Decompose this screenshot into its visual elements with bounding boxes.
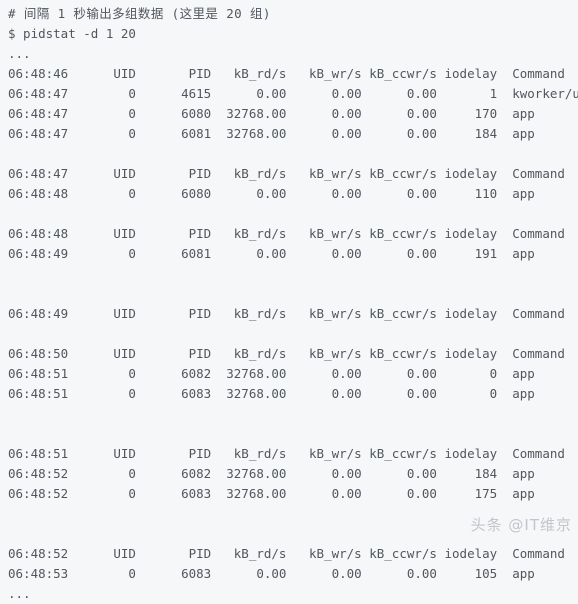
terminal-line: ... [8, 46, 31, 61]
terminal-output-block: # 间隔 1 秒输出多组数据 (这里是 20 组) $ pidstat -d 1 … [0, 0, 578, 601]
terminal-line: 06:48:47 0 6080 32768.00 0.00 0.00 170 a… [8, 106, 535, 121]
terminal-line: 06:48:52 0 6083 32768.00 0.00 0.00 175 a… [8, 486, 535, 501]
terminal-line: ... [8, 586, 31, 601]
terminal-line: 06:48:52 0 6082 32768.00 0.00 0.00 184 a… [8, 466, 535, 481]
terminal-line: 06:48:51 0 6082 32768.00 0.00 0.00 0 app [8, 366, 535, 381]
terminal-line: 06:48:51 0 6083 32768.00 0.00 0.00 0 app [8, 386, 535, 401]
terminal-line: 06:48:48 UID PID kB_rd/s kB_wr/s kB_ccwr… [8, 226, 565, 241]
terminal-line: 06:48:48 0 6080 0.00 0.00 0.00 110 app [8, 186, 535, 201]
terminal-line: 06:48:47 UID PID kB_rd/s kB_wr/s kB_ccwr… [8, 166, 565, 181]
terminal-line: 06:48:51 UID PID kB_rd/s kB_wr/s kB_ccwr… [8, 446, 565, 461]
terminal-line: 06:48:47 0 4615 0.00 0.00 0.00 1 kworker… [8, 86, 578, 101]
terminal-line: 06:48:53 0 6083 0.00 0.00 0.00 105 app [8, 566, 535, 581]
terminal-line: # 间隔 1 秒输出多组数据 (这里是 20 组) [8, 6, 271, 21]
terminal-line: $ pidstat -d 1 20 [8, 26, 136, 41]
terminal-line: 06:48:50 UID PID kB_rd/s kB_wr/s kB_ccwr… [8, 346, 565, 361]
watermark: 头条 @IT维京 [470, 516, 572, 534]
terminal-line: 06:48:49 UID PID kB_rd/s kB_wr/s kB_ccwr… [8, 306, 565, 321]
terminal-line: 06:48:49 0 6081 0.00 0.00 0.00 191 app [8, 246, 535, 261]
terminal-line: 06:48:47 0 6081 32768.00 0.00 0.00 184 a… [8, 126, 535, 141]
terminal-line: 06:48:46 UID PID kB_rd/s kB_wr/s kB_ccwr… [8, 66, 565, 81]
terminal-line: 06:48:52 UID PID kB_rd/s kB_wr/s kB_ccwr… [8, 546, 565, 561]
